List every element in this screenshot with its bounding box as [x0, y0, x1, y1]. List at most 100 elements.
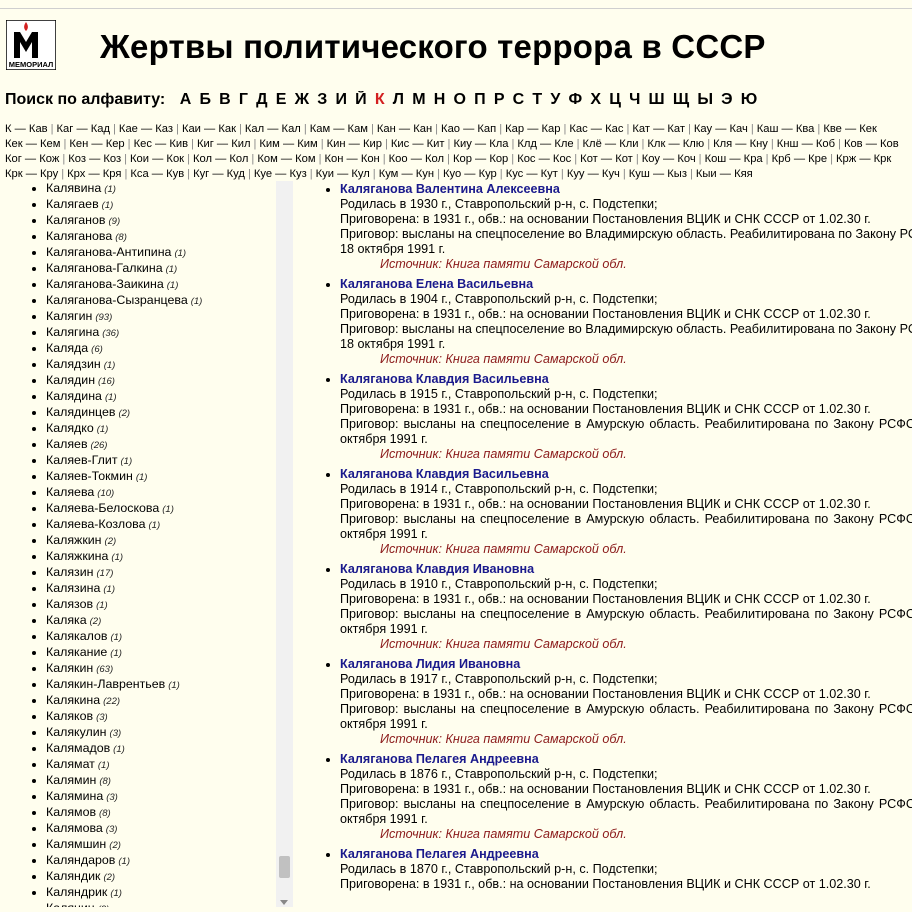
surname-list-item[interactable]: Калядин(16) [46, 373, 276, 389]
surname-list-item[interactable]: Калякин(63) [46, 661, 276, 677]
surname-list-item[interactable]: Калядинцев(2) [46, 405, 276, 421]
record-name-link[interactable]: Каляганова Пелагея Андреевна [340, 752, 912, 767]
alphabet-letter[interactable]: Д [256, 91, 267, 109]
surname-link[interactable]: Калязина [46, 581, 100, 595]
surname-list-item[interactable]: Калязов(1) [46, 597, 276, 613]
surname-list-item[interactable]: Каляганов(9) [46, 213, 276, 229]
surname-link[interactable]: Калягин [46, 309, 92, 323]
range-link[interactable]: Кля — Кну [713, 138, 768, 150]
range-link[interactable]: Кае — Каз [119, 123, 173, 135]
surname-link[interactable]: Калядина [46, 389, 102, 403]
range-link[interactable]: Киг — Кил [197, 138, 251, 150]
record-name-link[interactable]: Каляганова Пелагея Андреевна [340, 847, 912, 862]
range-link[interactable]: Кос — Кос [517, 153, 571, 165]
surname-link[interactable]: Каляганов [46, 213, 106, 227]
surname-link[interactable]: Каляева-Белоскова [46, 501, 159, 515]
range-link[interactable]: Крк — Кру [5, 168, 58, 180]
range-link[interactable]: Кек — Кем [5, 138, 60, 150]
surname-link[interactable]: Каляда [46, 341, 88, 355]
surname-link[interactable]: Калямова [46, 821, 103, 835]
range-link[interactable]: Крб — Кре [772, 153, 828, 165]
surname-list-item[interactable]: Калякулин(3) [46, 725, 276, 741]
range-link[interactable]: Ког — Кож [5, 153, 59, 165]
range-link[interactable]: К — Кав [5, 123, 48, 135]
range-link[interactable]: Као — Кап [441, 123, 496, 135]
surname-list-item[interactable]: Калявина(1) [46, 181, 276, 197]
range-link[interactable]: Кор — Кор [453, 153, 508, 165]
record-name-link[interactable]: Каляганова Клавдия Ивановна [340, 562, 912, 577]
surname-list-item[interactable]: Каляганова-Сызранцева(1) [46, 293, 276, 309]
surname-link[interactable]: Калягина [46, 325, 99, 339]
range-link[interactable]: Кса — Кув [130, 168, 184, 180]
surname-link[interactable]: Каляка [46, 613, 87, 627]
alphabet-letter[interactable]: Х [590, 91, 601, 109]
surname-link[interactable]: Каляжкин [46, 533, 102, 547]
surname-link[interactable]: Каляндик [46, 869, 100, 883]
range-link[interactable]: Крж — Крк [836, 153, 891, 165]
range-link[interactable]: Ком — Ком [257, 153, 315, 165]
surname-list-item[interactable]: Калядзин(1) [46, 357, 276, 373]
range-link[interactable]: Киу — Кла [453, 138, 508, 150]
range-link[interactable]: Кес — Кив [134, 138, 188, 150]
record-name-link[interactable]: Каляганова Валентина Алексеевна [340, 182, 912, 197]
alphabet-letter[interactable]: Ф [569, 91, 583, 109]
alphabet-letter[interactable]: Ж [295, 91, 309, 109]
surname-link[interactable]: Калякание [46, 645, 107, 659]
alphabet-letter[interactable]: А [180, 91, 192, 109]
alphabet-letter[interactable]: Й [355, 91, 367, 109]
surname-list-item[interactable]: Калямат(1) [46, 757, 276, 773]
range-link[interactable]: Каш — Ква [757, 123, 815, 135]
surname-link[interactable]: Каляков [46, 709, 93, 723]
surname-list-item[interactable]: Каляков(3) [46, 709, 276, 725]
range-link[interactable]: Кал — Кал [245, 123, 301, 135]
surname-link[interactable]: Калямов [46, 805, 96, 819]
surname-link[interactable]: Каляганова-Сызранцева [46, 293, 188, 307]
range-link[interactable]: Клё — Кли [583, 138, 639, 150]
surname-list-item[interactable]: Калягина(36) [46, 325, 276, 341]
range-link[interactable]: Клк — Клю [647, 138, 704, 150]
surname-list-item[interactable]: Каляка(2) [46, 613, 276, 629]
alphabet-letter[interactable]: О [453, 91, 465, 109]
surname-link[interactable]: Каляев-Токмин [46, 469, 133, 483]
range-link[interactable]: Кан — Кан [377, 123, 432, 135]
surname-list-item[interactable]: Каляжкин(2) [46, 533, 276, 549]
surname-list-item[interactable]: Каляганова-Заикина(1) [46, 277, 276, 293]
range-link[interactable]: Каи — Как [182, 123, 236, 135]
alphabet-letter[interactable]: Ч [629, 91, 640, 109]
surname-list-item[interactable]: Каляева-Козлова(1) [46, 517, 276, 533]
surname-list-item[interactable]: Калямов(8) [46, 805, 276, 821]
record-name-link[interactable]: Каляганова Клавдия Васильевна [340, 372, 912, 387]
surname-link[interactable]: Каляжкина [46, 549, 108, 563]
surname-list-item[interactable]: Каляда(6) [46, 341, 276, 357]
alphabet-letter[interactable]: Г [239, 91, 248, 109]
surname-list-item[interactable]: Калядина(1) [46, 389, 276, 405]
surname-link[interactable]: Калякина [46, 693, 100, 707]
range-link[interactable]: Кин — Кир [327, 138, 382, 150]
range-link[interactable]: Кар — Кар [505, 123, 560, 135]
surname-list-item[interactable]: Каляганова-Галкина(1) [46, 261, 276, 277]
surname-list-item[interactable]: Калягин(93) [46, 309, 276, 325]
surname-list-item[interactable]: Каляев-Токмин(1) [46, 469, 276, 485]
surname-list-item[interactable]: Калянин(2) [46, 901, 276, 907]
surname-link[interactable]: Калядин [46, 373, 95, 387]
surname-link[interactable]: Калязов [46, 597, 93, 611]
alphabet-letter[interactable]: Е [276, 91, 287, 109]
surname-list-item[interactable]: Калякание(1) [46, 645, 276, 661]
range-link[interactable]: Кон — Кон [325, 153, 380, 165]
alphabet-letter[interactable]: У [550, 91, 560, 109]
surname-link[interactable]: Калязин [46, 565, 94, 579]
surname-list-item[interactable]: Калямова(3) [46, 821, 276, 837]
alphabet-letter[interactable]: З [317, 91, 327, 109]
surname-link[interactable]: Калякалов [46, 629, 107, 643]
range-link[interactable]: Кнш — Коб [777, 138, 835, 150]
surname-list-item[interactable]: Каляганова(8) [46, 229, 276, 245]
scroll-down-arrow-icon[interactable] [280, 900, 288, 905]
alphabet-letter[interactable]: Ю [741, 91, 758, 109]
range-link[interactable]: Кот — Кот [580, 153, 633, 165]
alphabet-letter[interactable]: К [375, 91, 385, 109]
surname-list-item[interactable]: Каляганова-Антипина(1) [46, 245, 276, 261]
range-link[interactable]: Коз — Коз [68, 153, 121, 165]
range-link[interactable]: Коу — Коч [642, 153, 696, 165]
surname-list-item[interactable]: Калягаев(1) [46, 197, 276, 213]
range-link[interactable]: Коо — Кол [389, 153, 444, 165]
